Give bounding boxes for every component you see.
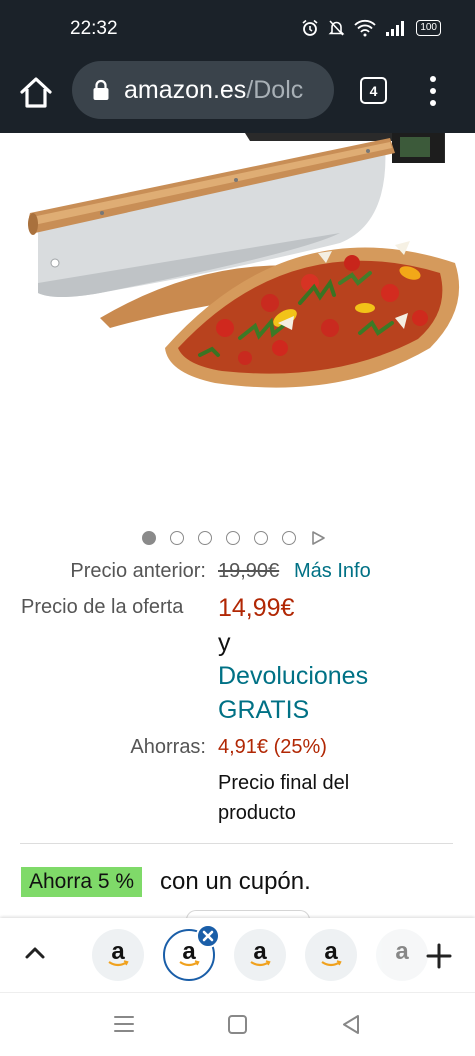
amazon-favicon: a [395, 938, 409, 965]
carousel-dot[interactable] [142, 531, 156, 545]
amazon-smile-icon [250, 960, 271, 967]
tab-thumbnail[interactable]: a [92, 929, 144, 981]
play-arrow-icon[interactable] [311, 531, 325, 545]
carousel-dot[interactable] [282, 531, 296, 545]
carousel-dot[interactable] [198, 531, 212, 545]
tab-thumbnail-partial[interactable]: a [376, 929, 428, 981]
url-text: amazon.es/Dolc [124, 76, 303, 105]
url-path: /Dolc [246, 75, 304, 104]
free-returns-link[interactable]: Devoluciones [218, 662, 368, 691]
tab-group-strip: a a a a a [0, 918, 475, 992]
signal-icon [386, 21, 405, 36]
conjunction-text: y [218, 629, 231, 657]
final-price-note: Precio final del [218, 772, 350, 794]
previous-price-value: 19,90€ [218, 560, 280, 582]
overflow-menu-icon[interactable] [422, 74, 444, 108]
new-tab-plus-icon[interactable] [426, 943, 452, 969]
home-icon[interactable] [18, 75, 54, 111]
system-navigation-bar [0, 992, 475, 1056]
amazon-smile-icon [321, 960, 342, 967]
back-triangle-icon[interactable] [341, 1014, 361, 1035]
offer-price-value: 14,99€ [218, 594, 295, 622]
offer-price-label: Precio de la oferta [21, 596, 184, 618]
alarm-icon [302, 19, 318, 36]
pizza-cutter-illustration [28, 133, 460, 388]
coupon-badge[interactable]: Ahorra 5 % [21, 867, 143, 897]
tab-thumbnail[interactable]: a [234, 929, 286, 981]
close-icon [202, 930, 214, 942]
coupon-text: con un cupón. [160, 868, 311, 895]
url-domain: amazon.es [124, 75, 247, 104]
free-returns-link-2[interactable]: GRATIS [218, 696, 309, 725]
wifi-icon [354, 19, 376, 37]
status-bar: 22:32 100 [0, 0, 475, 60]
savings-value: 4,91€ (25%) [218, 736, 327, 758]
carousel-dot[interactable] [170, 531, 184, 545]
amazon-smile-icon [179, 960, 200, 967]
lock-icon [93, 79, 109, 100]
product-image[interactable] [0, 133, 475, 518]
chevron-up-icon[interactable] [24, 944, 46, 960]
amazon-smile-icon [108, 960, 129, 967]
mute-bell-icon [328, 20, 345, 36]
image-carousel-indicator [0, 528, 475, 548]
previous-price-label: Precio anterior: [70, 560, 206, 582]
battery-icon: 100 [416, 20, 441, 36]
tab-switcher-button[interactable]: 4 [360, 77, 387, 104]
close-tab-icon[interactable] [196, 924, 220, 948]
final-price-note-2: producto [218, 802, 296, 824]
more-info-link[interactable]: Más Info [294, 560, 371, 583]
tab-thumbnail[interactable]: a [305, 929, 357, 981]
status-icons: 100 [301, 19, 441, 37]
status-time: 22:32 [70, 18, 118, 39]
carousel-dot[interactable] [254, 531, 268, 545]
home-square-icon[interactable] [227, 1014, 248, 1035]
divider [20, 843, 453, 844]
url-bar[interactable]: amazon.es/Dolc [72, 61, 334, 119]
browser-toolbar: amazon.es/Dolc 4 [0, 60, 475, 133]
savings-label: Ahorras: [130, 736, 206, 758]
carousel-dot[interactable] [226, 531, 240, 545]
recents-menu-icon[interactable] [113, 1014, 135, 1034]
